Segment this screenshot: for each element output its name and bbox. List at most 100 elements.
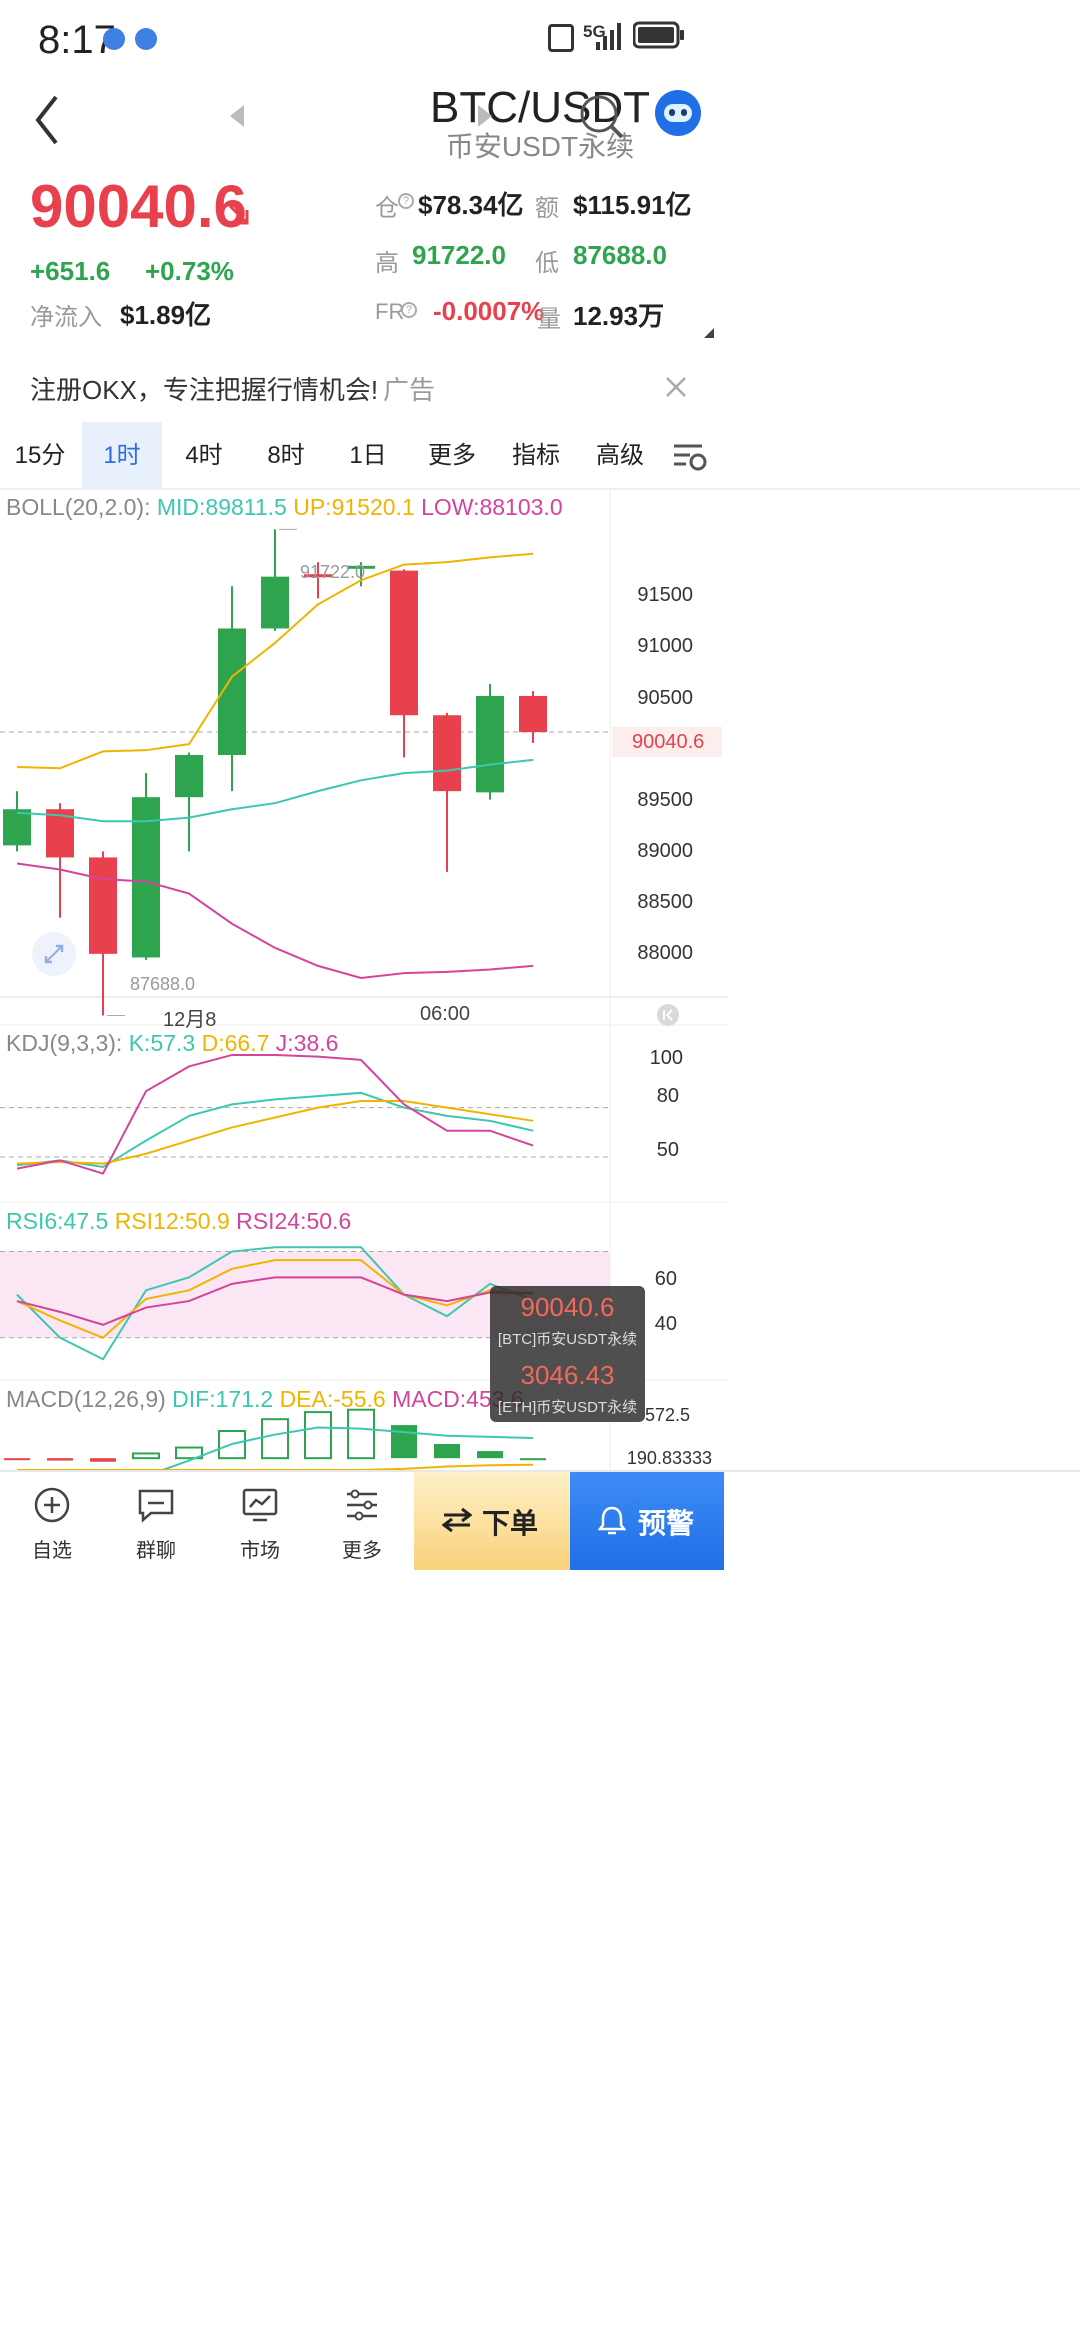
kdj-params: KDJ(9,3,3): [6,1030,123,1056]
order-button[interactable]: 下单 [414,1472,570,1570]
time-axis-label: 12月8 [163,1009,217,1031]
boll-low: LOW:88103.0 [421,494,563,520]
fullscreen-icon[interactable] [32,932,76,976]
kdj-axis-label: 100 [649,1047,683,1069]
nav-chat[interactable]: 群聊 [104,1472,208,1570]
boll-mid: MID:89811.5 [156,494,287,520]
price-axis-label: 89500 [637,789,693,811]
nav-more-label: 更多 [342,1540,382,1562]
high-label: 高 [375,250,399,277]
scroll-to-latest-icon[interactable] [657,1004,679,1026]
macd-bar [391,1425,417,1459]
tab-4h[interactable]: 4时 [164,422,244,490]
nav-more[interactable]: 更多 [312,1472,412,1570]
rsi24: RSI24:50.6 [236,1208,352,1234]
signal-icon [596,23,621,50]
rsi12: RSI12:50.9 [114,1208,230,1234]
low-label: 低 [535,250,559,277]
volume-value: 12.93万 [573,301,665,331]
nav-market[interactable]: 市场 [208,1472,312,1570]
high-marker: 91722.0 [300,562,366,582]
rsi6: RSI6:47.5 [6,1208,109,1234]
macd-bar [304,1411,332,1460]
nav-market-label: 市场 [240,1540,280,1562]
price-down-arrow-icon [228,204,249,225]
tooltip-btc-price: 90040.6 [520,1292,615,1322]
last-price: 90040.6 [30,173,247,240]
macd-params: MACD(12,26,9) [6,1386,166,1412]
tooltip-eth-name: [ETH]币安USDT永续 [497,1399,638,1416]
ad-banner[interactable]: 注册OKX，专注把握行情机会! 广告 [0,352,1080,422]
time-axis-label: 06:00 [420,1003,471,1025]
candle-body [3,809,31,846]
turnover-label: 额 [535,195,559,222]
candle-body [261,576,289,629]
tab-more[interactable]: 更多 [410,422,494,490]
more-icon [347,1489,377,1521]
oi-value: $78.34亿 [418,190,524,220]
tooltip-btc-name: [BTC]币安USDT永续 [497,1331,638,1348]
order-label: 下单 [482,1508,539,1539]
kdj-d: D:66.7 [201,1030,270,1056]
macd-label: MACD(12,26,9) DIF:171.2 DEA:-55.6 MACD:4… [6,1386,524,1413]
info-icon[interactable]: ? [401,302,417,318]
expand-corner-icon[interactable] [704,328,714,338]
search-icon[interactable] [578,93,626,141]
vibrate-icon [548,24,574,52]
candle-body [476,695,504,793]
macd-bar [434,1444,460,1459]
kdj-d-line [16,1100,534,1165]
macd-bar [90,1458,116,1462]
low-value: 87688.0 [573,240,667,270]
avatar[interactable] [655,90,701,136]
tab-1d[interactable]: 1日 [328,422,408,490]
chat-icon [138,1489,174,1523]
alert-button[interactable]: 预警 [570,1472,724,1570]
oi-label: 仓 [375,195,399,222]
candle-body [89,857,117,954]
nav-chat-label: 群聊 [136,1540,176,1562]
netflow-value: $1.89亿 [120,300,212,330]
kdj-j-line [16,1053,534,1175]
tab-8h[interactable]: 8时 [246,422,326,490]
price-axis-label: 91500 [637,584,693,606]
macd-bar [477,1451,503,1459]
tab-indicators[interactable]: 指标 [494,422,578,490]
ad-tag: 广告 [383,375,436,405]
bell-icon [598,1506,626,1535]
chart-settings-icon[interactable] [672,442,708,472]
kdj-j: J:38.6 [275,1030,339,1056]
boll-label: BOLL(20,2.0): MID:89811.5 UP:91520.1 LOW… [6,494,563,521]
interval-tabs: 15分 1时 4时 8时 1日 更多 指标 高级 [0,422,1080,490]
tab-15m[interactable]: 15分 [0,422,80,490]
netflow-label: 净流入 [30,304,102,331]
tab-advanced[interactable]: 高级 [578,422,662,490]
kdj-axis-label: 50 [656,1139,679,1161]
low-marker: 87688.0 [130,974,196,994]
tooltip-eth-price: 3046.43 [520,1360,615,1390]
kdj-axis-label: 80 [656,1085,679,1107]
turnover-value: $115.91亿 [573,190,692,220]
close-icon[interactable] [665,376,687,398]
candle-body [175,755,203,798]
candle-body [433,715,461,792]
ad-text[interactable]: 注册OKX，专注把握行情机会! [30,370,378,407]
candle-body [519,695,547,733]
price-change-pct: +0.73% [145,256,234,286]
funding-rate-label: FR [375,299,405,324]
info-icon[interactable]: ? [398,193,414,209]
tab-1h[interactable]: 1时 [82,422,162,490]
price-axis-label: 89000 [637,840,693,862]
price-change: +651.6 [30,256,111,286]
macd-bar [4,1458,30,1461]
market-icon [242,1488,278,1522]
nav-watchlist[interactable]: 自选 [0,1472,104,1570]
macd-dif: DIF:171.2 [172,1386,274,1412]
boll-params: BOLL(20,2.0): [6,494,151,520]
macd-bar [347,1408,375,1460]
macd-dea: DEA:-55.6 [279,1386,386,1412]
battery-icon [633,21,684,49]
price-axis-label: 88000 [637,942,693,964]
macd-axis-label: 190.83333 [626,1448,712,1468]
next-pair-icon[interactable] [476,105,492,127]
